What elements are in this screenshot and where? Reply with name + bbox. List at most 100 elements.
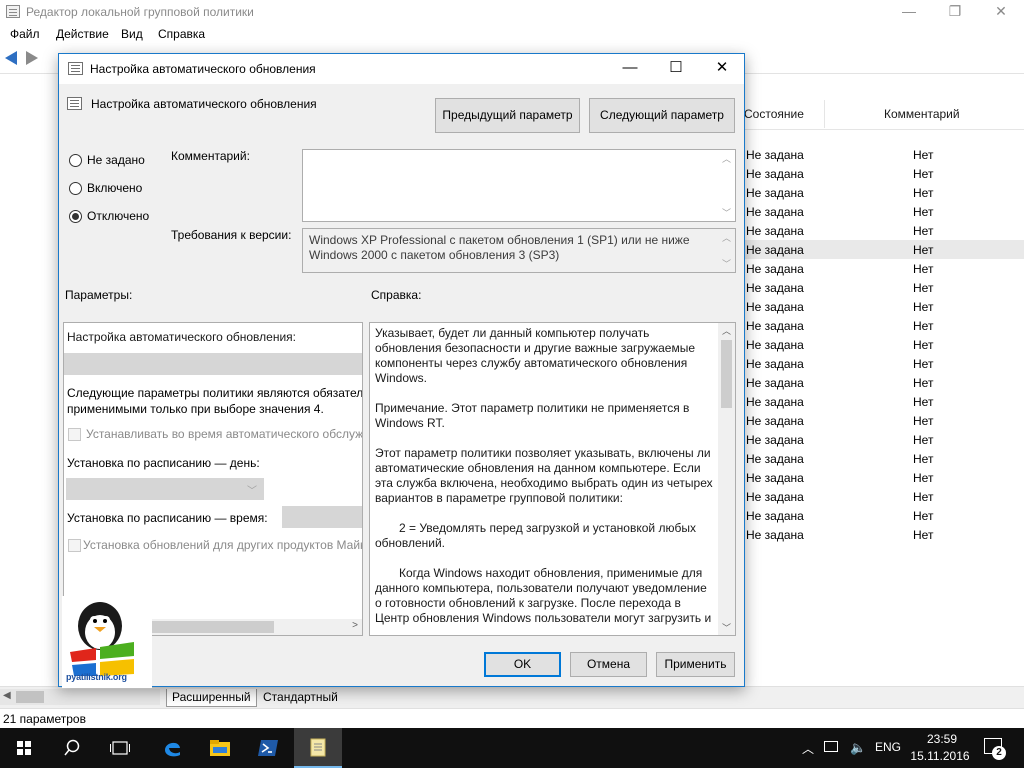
chevron-up-icon[interactable]: ︿ (802, 740, 814, 757)
help-paragraph: 2 = Уведомлять перед загрузкой и установ… (375, 521, 696, 550)
scroll-down-icon[interactable]: ﹀ (722, 621, 731, 634)
scroll-up-icon[interactable]: ︿ (722, 152, 731, 165)
table-row[interactable]: Не задана Нет (744, 316, 1024, 335)
scroll-down-icon[interactable]: ﹀ (722, 206, 731, 219)
table-row[interactable]: Не задана Нет (744, 487, 1024, 506)
edge-button[interactable] (148, 728, 196, 768)
previous-setting-button[interactable]: Предыдущий параметр (435, 98, 580, 133)
clock-time[interactable]: 23:59 (914, 732, 970, 746)
column-header-comment[interactable]: Комментарий (884, 107, 960, 121)
clock-date[interactable]: 15.11.2016 (906, 749, 974, 763)
options-content: Настройка автоматического обновления: Сл… (64, 323, 362, 619)
comment-scrollbar[interactable]: ︿ ﹀ (718, 150, 735, 221)
table-row[interactable]: Не задана Нет (744, 392, 1024, 411)
chevron-down-icon: ﹀ (247, 486, 257, 497)
table-row[interactable]: Не задана Нет (744, 354, 1024, 373)
table-row[interactable]: Не задана Нет (744, 335, 1024, 354)
scrollbar-thumb[interactable] (721, 340, 732, 408)
cell-state: Не задана (746, 205, 804, 219)
radio-circle-checked[interactable] (69, 210, 82, 223)
radio-label: Включено (87, 181, 143, 195)
start-button[interactable] (0, 728, 48, 768)
table-row[interactable]: Не задана Нет (744, 297, 1024, 316)
table-row[interactable]: Не задана Нет (744, 525, 1024, 544)
search-button[interactable] (48, 728, 96, 768)
requirements-text: Windows XP Professional с пакетом обновл… (309, 233, 690, 262)
table-row[interactable]: Не задана Нет (744, 449, 1024, 468)
radio-circle[interactable] (69, 182, 82, 195)
table-row[interactable]: Не задана Нет (744, 164, 1024, 183)
main-titlebar[interactable]: Редактор локальной групповой политики — … (0, 0, 1024, 24)
cell-comment: Нет (913, 167, 934, 181)
dialog-maximize-button[interactable]: ☐ (653, 54, 699, 84)
table-row[interactable]: Не задана Нет (744, 468, 1024, 487)
column-divider[interactable] (824, 100, 825, 128)
table-row[interactable]: Не задана Нет (744, 259, 1024, 278)
taskbar: ︿ 🔈 ENG 23:59 15.11.2016 2 (0, 728, 1024, 768)
schedule-day-select[interactable]: ﹀ (66, 478, 264, 500)
options-label: Параметры: (65, 288, 133, 302)
schedule-time-select[interactable] (282, 506, 362, 528)
menu-view[interactable]: Вид (121, 27, 143, 41)
requirements-scrollbar[interactable]: ︿ ﹀ (718, 229, 735, 272)
scroll-up-icon[interactable]: ︿ (722, 231, 731, 244)
close-button[interactable]: ✕ (978, 0, 1024, 24)
radio-circle[interactable] (69, 154, 82, 167)
network-icon[interactable] (824, 741, 838, 752)
install-during-maintenance-checkbox[interactable] (68, 428, 81, 441)
dialog-close-button[interactable]: ✕ (699, 54, 745, 84)
notepad-button[interactable] (294, 728, 342, 768)
policy-tree-pane[interactable] (0, 74, 60, 686)
cell-comment: Нет (913, 186, 934, 200)
back-arrow-icon[interactable] (5, 51, 17, 65)
tab-standard[interactable]: Стандартный (258, 689, 343, 707)
task-view-icon (110, 741, 130, 755)
options-panel: Настройка автоматического обновления: Сл… (63, 322, 363, 636)
dialog-titlebar[interactable]: Настройка автоматического обновления — ☐… (59, 54, 744, 84)
table-row[interactable]: Не задана Нет (744, 202, 1024, 221)
tab-extended[interactable]: Расширенный (166, 689, 257, 707)
volume-icon[interactable]: 🔈 (850, 740, 866, 756)
comment-textarea[interactable]: ︿ ﹀ (302, 149, 736, 222)
menu-file[interactable]: Файл (10, 27, 40, 41)
cell-state: Не задана (746, 224, 804, 238)
status-bar: 21 параметров (0, 708, 1024, 728)
gpedit-app-icon (6, 5, 20, 18)
notepad-icon (310, 738, 326, 757)
apply-button[interactable]: Применить (656, 652, 735, 677)
table-row[interactable]: Не задана Нет (744, 411, 1024, 430)
table-row[interactable]: Не задана Нет (744, 430, 1024, 449)
scroll-up-icon[interactable]: ︿ (722, 324, 731, 337)
cancel-button[interactable]: Отмена (570, 652, 647, 677)
table-row[interactable]: Не задана Нет (744, 278, 1024, 297)
cell-comment: Нет (913, 357, 934, 371)
scroll-down-icon[interactable]: ﹀ (722, 257, 731, 270)
table-row[interactable]: Не задана Нет (744, 506, 1024, 525)
restore-button[interactable]: ❐ (932, 0, 978, 24)
file-explorer-button[interactable] (196, 728, 244, 768)
forward-arrow-icon[interactable] (26, 51, 38, 65)
table-row[interactable]: Не задана Нет (744, 240, 1024, 259)
horizontal-scrollbar[interactable]: ◀ (0, 689, 160, 705)
help-scrollbar[interactable]: ︿ ﹀ (718, 323, 735, 635)
radio-label: Отключено (87, 209, 150, 223)
language-indicator[interactable]: ENG (875, 740, 901, 754)
menu-action[interactable]: Действие (56, 27, 109, 41)
scroll-left-icon[interactable]: ◀ (3, 690, 11, 701)
task-view-button[interactable] (96, 728, 144, 768)
table-row[interactable]: Не задана Нет (744, 183, 1024, 202)
table-row[interactable]: Не задана Нет (744, 373, 1024, 392)
configure-updates-dropdown[interactable] (64, 353, 362, 375)
table-row[interactable]: Не задана Нет (744, 221, 1024, 240)
next-setting-button[interactable]: Следующий параметр (589, 98, 735, 133)
ok-button[interactable]: OK (484, 652, 561, 677)
scrollbar-thumb[interactable] (16, 691, 44, 703)
minimize-button[interactable]: — (886, 0, 932, 24)
scroll-right-icon[interactable]: > (352, 620, 358, 631)
other-products-checkbox[interactable] (68, 539, 81, 552)
powershell-button[interactable] (244, 728, 292, 768)
menu-help[interactable]: Справка (158, 27, 205, 41)
column-header-state[interactable]: Состояние (744, 107, 804, 121)
table-row[interactable]: Не задана Нет (744, 145, 1024, 164)
dialog-minimize-button[interactable]: — (607, 54, 653, 84)
